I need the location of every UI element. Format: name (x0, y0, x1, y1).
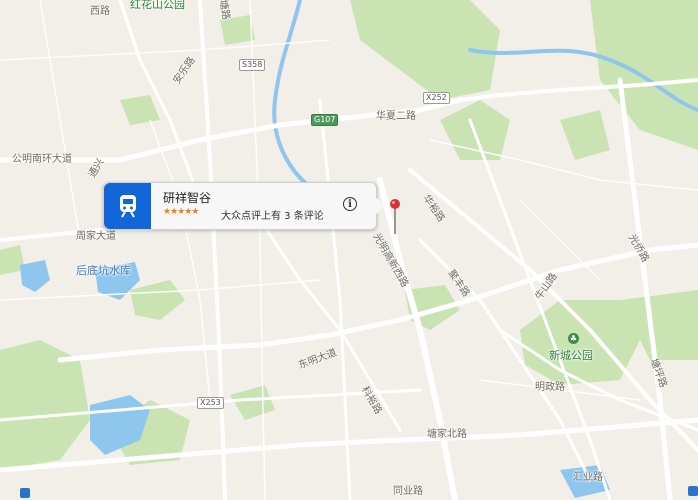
location-pin-icon[interactable] (389, 198, 401, 236)
highway-shield-small: G107 (311, 114, 339, 126)
park-label-xincheng: 新城公园 (549, 349, 593, 362)
highway-shield-x252: X252 (423, 92, 450, 104)
road-label-tangjia-north: 塘家北路 (427, 429, 467, 440)
road-label-top-west: 西路 (90, 6, 110, 17)
road-label-gongming-nanhuan: 公明南环大道 (12, 154, 72, 165)
transit-icon (688, 486, 698, 496)
review-count: 大众点评上有 3 条评论 (221, 211, 324, 222)
highway-shield-s358: S358 (239, 59, 266, 71)
road-label-tongye: 同业路 (393, 486, 423, 497)
rating-stars: ★★★★★ (163, 207, 199, 217)
park-icon: ♣ (568, 333, 579, 344)
info-button[interactable]: i (343, 197, 357, 211)
road-label-mingzheng: 明政路 (535, 382, 565, 393)
road-label-top: 塘路 (216, 0, 232, 21)
place-callout[interactable]: 研祥智谷 ★★★★★ 大众点评上有 3 条评论 i (103, 182, 386, 230)
transit-icon (20, 488, 30, 498)
map-canvas[interactable] (0, 0, 698, 500)
road-label-huaxia: 华夏二路 (376, 111, 416, 122)
road-label-huiye: 汇业路 (573, 472, 603, 483)
water-label-houdikeng: 后底坑水库 (76, 264, 131, 277)
place-title: 研祥智谷 (163, 191, 212, 205)
train-icon (104, 183, 151, 229)
highway-shield-x253: X253 (197, 397, 224, 409)
park-label-honghuashan: 红花山公园 (130, 0, 185, 11)
